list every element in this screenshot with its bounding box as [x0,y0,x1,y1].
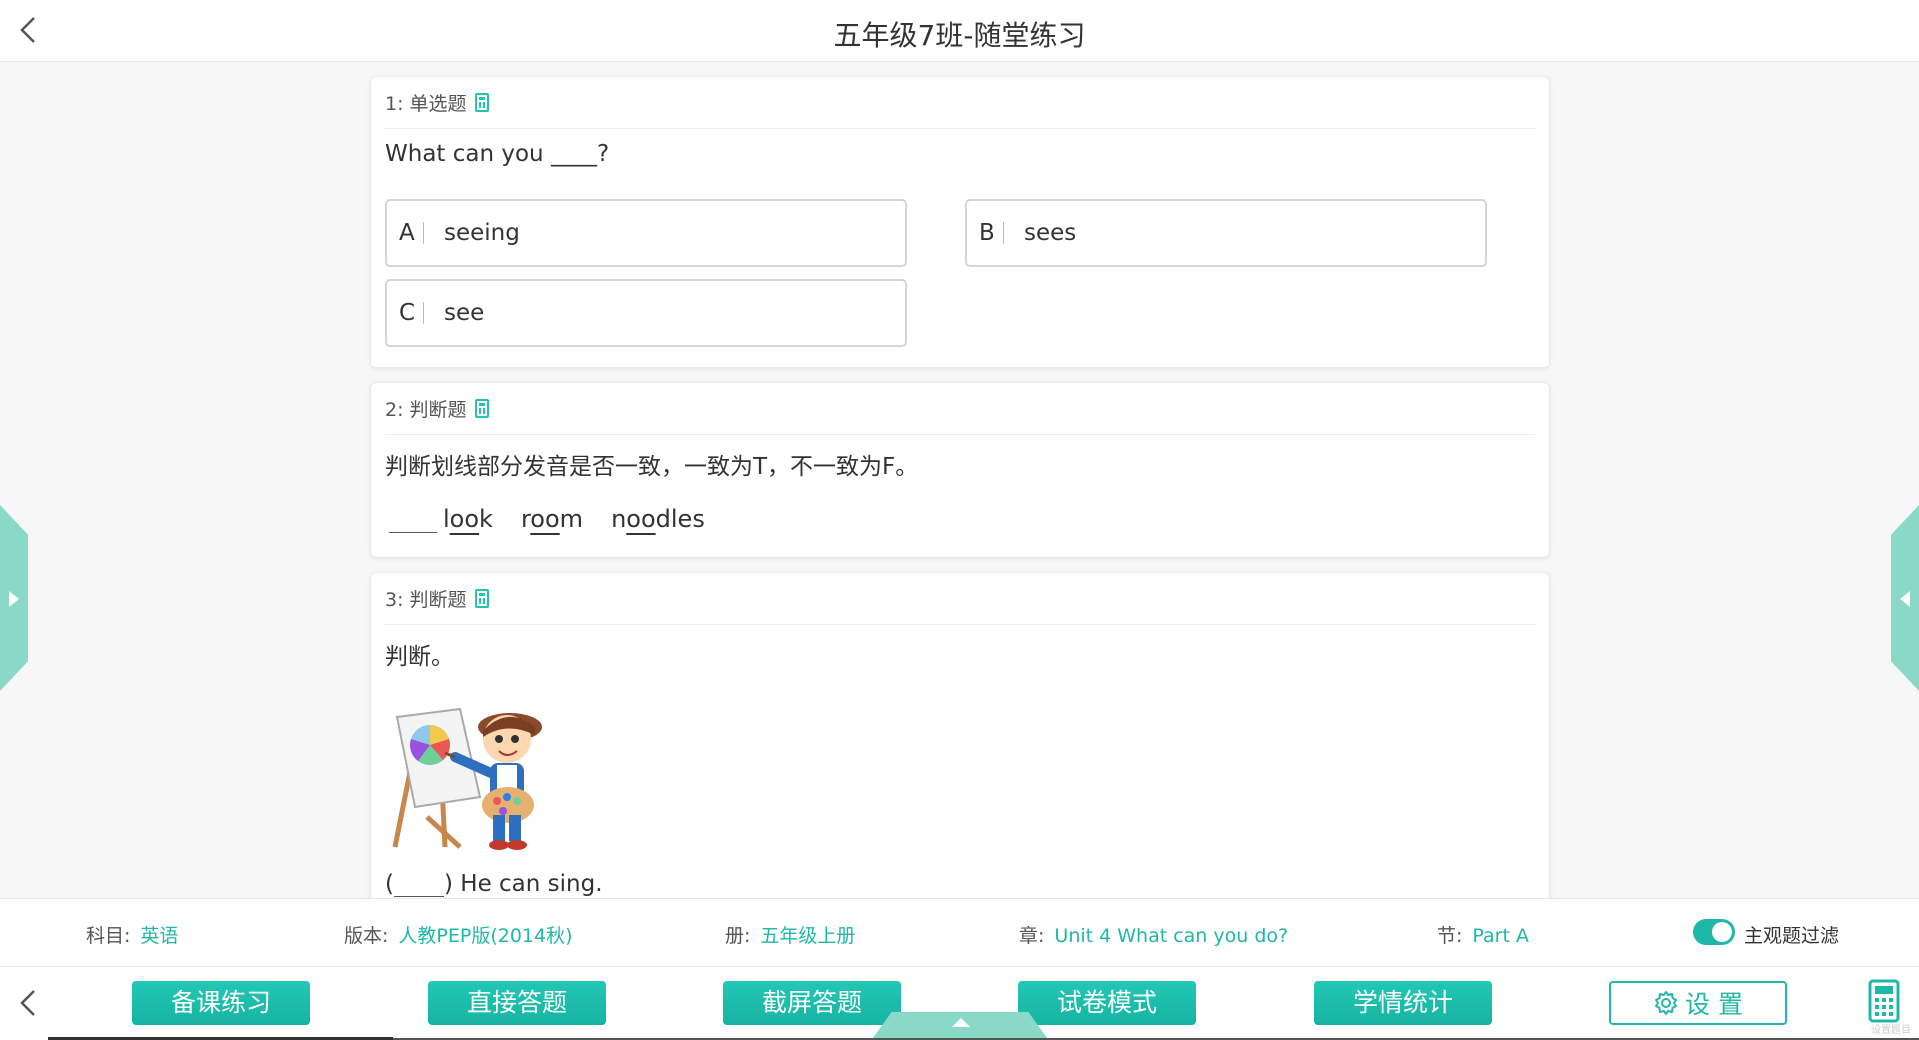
subjective-filter-toggle[interactable] [1693,919,1735,945]
settings-label: 设 置 [1685,990,1743,1019]
course-info-bar: 科目: 英语 版本: 人教PEP版(2014秋) 册: 五年级上册 章: Unit 4 … [0,898,1919,966]
calculator-icon[interactable] [1868,979,1900,1023]
arrow-right-icon [9,591,19,607]
page-title: 五年级7班-随堂练习 [833,19,1086,52]
section-info[interactable]: 节: Part A [1437,921,1529,948]
learning-stats-button[interactable]: 学情统计 [1314,981,1492,1025]
back-arrow-icon[interactable] [12,985,48,1021]
subject-info[interactable]: 科目: 英语 [86,921,178,948]
question-text: What can you ____? [385,141,610,167]
filter-label: 主观题过滤 [1744,925,1840,947]
option-divider [423,302,424,324]
question-header: 1: 单选题 [385,77,1535,129]
direct-answer-button[interactable]: 直接答题 [428,981,606,1025]
option-letter: C [399,300,416,326]
option-divider [1003,222,1004,244]
edition-value: 人教PEP版(2014秋) [398,925,573,947]
left-side-tab[interactable] [0,505,28,691]
watermark-text: 设置题目 [1871,1025,1911,1036]
question-header: 3: 判断题 [385,573,1535,625]
section-value: Part A [1472,925,1529,947]
volume-info[interactable]: 册: 五年级上册 [725,921,855,948]
arrow-left-icon [1900,591,1910,607]
gear-icon [1655,991,1678,1015]
subject-value: 英语 [140,925,179,947]
settings-button[interactable]: 设 置 [1609,981,1787,1025]
calculator-icon[interactable] [474,589,489,608]
question-text: 判断划线部分发音是否一致，一致为T，不一致为F。 [385,454,919,480]
option-text: see [444,300,485,326]
option-text: seeing [444,220,520,246]
answer-blank[interactable] [389,509,437,533]
screenshot-answer-button[interactable]: 截屏答题 [723,981,901,1025]
word-room: room [520,505,584,533]
expand-panel-tab[interactable] [870,1012,1050,1040]
calculator-icon[interactable] [474,399,489,418]
question-card-2: 2: 判断题 判断划线部分发音是否一致，一致为T，不一致为F。 look roo… [370,382,1550,558]
top-header: 五年级7班-随堂练习 [0,0,1919,62]
answer-sentence: () He can sing. [385,871,603,897]
option-b[interactable]: B sees [965,199,1487,267]
option-list: A seeing B sees C see [385,177,1535,367]
question-number-type: 3: 判断题 [385,589,467,611]
chapter-value: Unit 4 What can you do? [1054,925,1289,947]
word-look: look [443,505,493,533]
chapter-info[interactable]: 章: Unit 4 What can you do? [1019,921,1288,948]
question-header: 2: 判断题 [385,383,1535,435]
option-text: sees [1024,220,1077,246]
option-a[interactable]: A seeing [385,199,907,267]
option-letter: A [399,220,415,246]
edition-info[interactable]: 版本: 人教PEP版(2014秋) [344,921,573,948]
bottom-toolbar: 备课练习 直接答题 截屏答题 试卷模式 学情统计 设 置 设置题目 [0,966,1919,1040]
word-noodles: noodles [611,505,705,533]
exam-mode-button[interactable]: 试卷模式 [1018,981,1196,1025]
question-list-area[interactable]: 1: 单选题 What can you ____? A seeing B see… [0,63,1919,898]
calculator-icon[interactable] [474,93,489,112]
volume-value: 五年级上册 [760,925,856,947]
right-side-tab[interactable] [1891,505,1919,691]
word-line: look room noodles [385,483,1535,557]
question-card-1: 1: 单选题 What can you ____? A seeing B see… [370,76,1550,368]
option-divider [423,222,424,244]
question-card-3: 3: 判断题 判断。 () He can sing. [370,572,1550,898]
prepare-practice-button[interactable]: 备课练习 [132,981,310,1025]
option-letter: B [979,220,995,246]
question-number-type: 2: 判断题 [385,399,467,421]
boy-painting-illustration [392,707,542,850]
question-number-type: 1: 单选题 [385,93,467,115]
option-c[interactable]: C see [385,279,907,347]
question-text: 判断。 [385,644,454,670]
answer-blank[interactable] [393,875,444,897]
